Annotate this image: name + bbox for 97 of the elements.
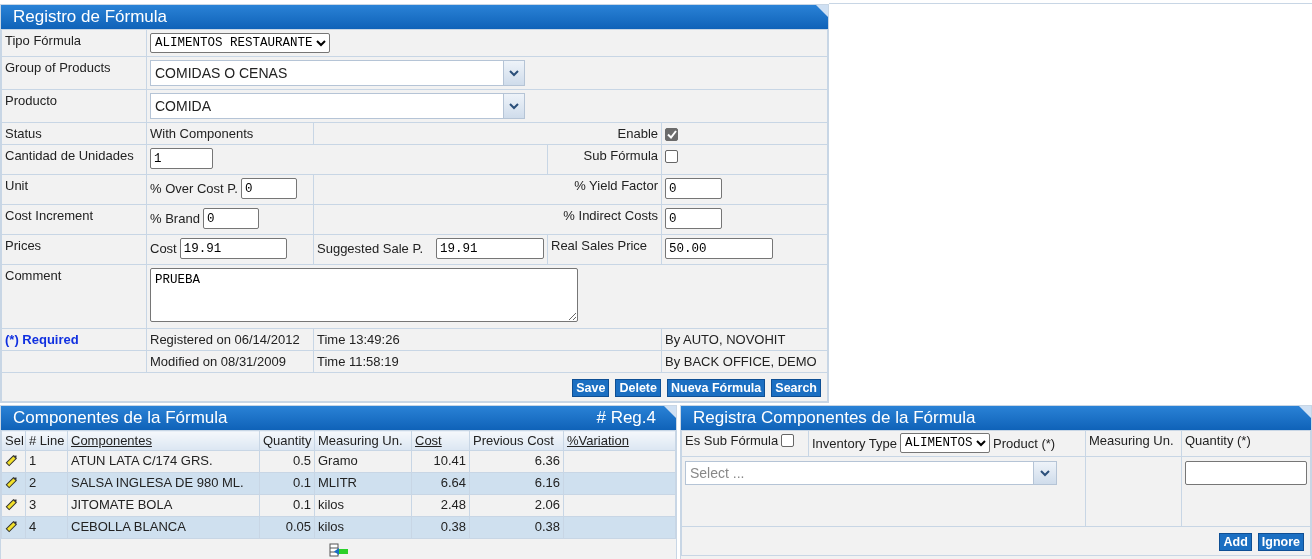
product-select[interactable]: Select ... (685, 461, 1057, 486)
table-cell: 6.64 (440, 475, 466, 491)
quantity-input[interactable] (1185, 461, 1307, 486)
table-cell: 4 (29, 519, 37, 535)
chevron-down-icon (509, 69, 519, 77)
table-cell: JITOMATE BOLA (71, 497, 173, 513)
panel-title: Registra Componentes de la Fórmula (693, 408, 976, 429)
audit-time: Time 11:58:19 (317, 354, 399, 370)
table-cell: ATUN LATA C/174 GRS. (71, 453, 213, 469)
suggested-price-input[interactable]: 19.91 (436, 238, 544, 260)
column-header[interactable]: %Variation (563, 430, 676, 451)
checkbox[interactable] (665, 150, 678, 164)
column-header: Previous Cost (469, 430, 564, 451)
field-label: Quantity (*) (1185, 433, 1251, 449)
field-label: Status (5, 126, 42, 141)
over-cost-input[interactable]: 0 (240, 178, 297, 200)
action-button[interactable]: Add (1219, 533, 1252, 552)
table-cell: 1 (29, 453, 37, 469)
action-button[interactable]: Delete (615, 379, 661, 398)
column-header: Sel (1, 430, 26, 451)
indirect-costs-input[interactable]: 0 (665, 208, 722, 230)
yield-factor-input[interactable]: 0 (665, 178, 722, 200)
field-label: Cost (150, 241, 177, 257)
table-cell: 0.5 (292, 453, 311, 469)
cost-input[interactable]: 19.91 (179, 238, 287, 260)
table-cell: 0.05 (285, 519, 311, 535)
panel-title: Registro de Fórmula (13, 7, 167, 27)
table-cell: Gramo (318, 453, 358, 469)
brand-input[interactable]: 0 (202, 208, 259, 230)
field-label: % Indirect Costs (563, 208, 658, 224)
table-cell: 0.38 (534, 519, 560, 535)
record-count: # Reg.4 (596, 408, 656, 429)
field-label: Prices (5, 238, 42, 254)
field-label: Group of Products (5, 60, 111, 75)
field-label: % Yield Factor (574, 178, 658, 194)
action-button[interactable]: Search (771, 379, 821, 398)
column-header: Measuring Un. (314, 430, 412, 451)
status-value: With Components (150, 126, 254, 141)
column-header[interactable]: Cost (411, 430, 470, 451)
field-label: Inventory Type (812, 435, 898, 451)
field-label: % Over Cost P. (150, 181, 238, 197)
column-header[interactable]: Componentes (67, 430, 260, 451)
table-cell: kilos (318, 519, 344, 535)
table-cell: 0.1 (292, 475, 311, 491)
checkbox[interactable] (665, 128, 678, 142)
audit-date: Registered on 06/14/2012 (150, 332, 300, 348)
field-label: Unit (5, 178, 29, 194)
formula-type-select[interactable]: ALIMENTOS RESTAURANTE (150, 33, 330, 53)
table-cell: 2.48 (440, 497, 466, 513)
table-cell: 0.38 (440, 519, 466, 535)
inventory-type-select[interactable]: ALIMENTOS (900, 433, 991, 454)
action-button[interactable]: Nueva Fórmula (667, 379, 766, 398)
chevron-down-icon (1040, 469, 1050, 477)
table-cell: kilos (318, 497, 344, 513)
product-group-combo[interactable]: COMIDAS O CENAS (150, 60, 525, 86)
field-label: Sub Fórmula (583, 148, 658, 164)
quantity-input[interactable]: 1 (150, 148, 213, 170)
audit-time: Time 13:49:26 (317, 332, 400, 348)
table-cell: CEBOLLA BLANCA (71, 519, 186, 535)
field-label: Cantidad de Unidades (5, 148, 134, 164)
chevron-down-icon (509, 102, 519, 110)
checkbox[interactable] (781, 434, 795, 448)
add-row-icon[interactable] (327, 543, 350, 558)
corner-fold (816, 5, 828, 17)
comment-field[interactable]: PRUEBA (150, 268, 578, 323)
field-label: Real Sales Price (551, 238, 648, 254)
field-label: Tipo Fórmula (5, 33, 82, 48)
field-label: Enable (617, 126, 658, 141)
table-cell: SALSA INGLESA DE 980 ML. (71, 475, 244, 491)
field-label: Measuring Un. (1089, 433, 1174, 449)
field-label: Suggested Sale P. (317, 241, 423, 257)
table-cell: MLITR (318, 475, 357, 491)
column-header: Quantity (259, 430, 315, 451)
field-label: Producto (5, 93, 58, 108)
table-cell: 2 (29, 475, 37, 491)
corner-fold (1299, 406, 1311, 419)
table-cell: 0.1 (292, 497, 311, 513)
action-button[interactable]: Ignore (1257, 533, 1304, 552)
panel-title: Componentes de la Fórmula (13, 408, 228, 429)
table-cell: 6.16 (534, 475, 560, 491)
action-button[interactable]: Save (572, 379, 610, 398)
required-note: (*) Required (5, 332, 79, 348)
field-label: % Brand (150, 211, 200, 227)
table-cell: 6.36 (534, 453, 560, 469)
real-price-input[interactable]: 50.00 (665, 238, 773, 260)
table-cell: 3 (29, 497, 37, 513)
audit-date: Modified on 08/31/2009 (150, 354, 286, 370)
product-combo[interactable]: COMIDA (150, 93, 525, 119)
field-label: Product (*) (993, 435, 1056, 451)
table-cell: 2.06 (534, 497, 560, 513)
audit-user: By BACK OFFICE, DEMO (665, 354, 817, 370)
column-header: # Line (25, 430, 68, 451)
table-cell: 10.41 (433, 453, 466, 469)
audit-user: By AUTO, NOVOHIT (665, 332, 786, 348)
field-label: Es Sub Fórmula (685, 433, 779, 449)
field-label: Comment (5, 268, 62, 284)
field-label: Cost Increment (5, 208, 94, 224)
